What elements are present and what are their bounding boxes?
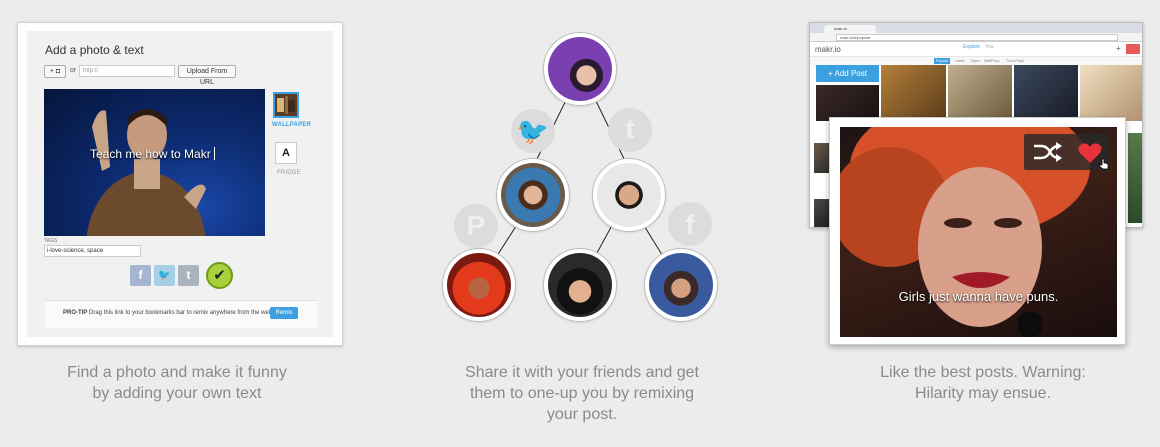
subtab-staffpicks[interactable]: StaffPicks [984,59,1000,63]
add-post-button[interactable]: + Add Post [816,65,879,82]
post-actions [1024,134,1109,170]
like-caption: Like the best posts. Warning: Hilarity m… [829,362,1137,404]
tumblr-icon: t [608,108,652,152]
wallpaper-label: WALLPAPER [272,122,312,128]
post-thumb[interactable] [948,65,1012,121]
subtab-trivia[interactable]: Trivia Posts [1006,59,1024,63]
hand-cursor-icon [1099,158,1109,170]
subtab-latest[interactable]: Latest [955,59,965,63]
avatar-grandchild-left [443,249,515,321]
browser-tabbar: makr.io [810,23,1142,33]
tags-input[interactable]: i-love-science, space [44,245,141,257]
pinterest-icon: P [454,204,498,248]
user-avatar[interactable] [1126,44,1140,54]
post-thumb[interactable] [881,65,946,121]
avatar-child-left [497,159,569,231]
share-caption-line: Share it with your friends and get [465,364,699,381]
featured-post-caption: Girls just wanna have puns. [898,289,1059,304]
avatar-grandchild-middle [544,249,616,321]
post-thumb[interactable] [1128,133,1142,223]
nav-explore[interactable]: Explore [963,44,980,50]
share-caption: Share it with your friends and get them … [420,362,744,425]
share-caption-line: your post. [546,406,618,423]
upload-photo-button[interactable]: + ◘ [44,65,66,78]
address-bar[interactable]: makr.io/#/popular [836,34,1118,41]
photo-caption-text[interactable]: Teach me how to Makr [90,147,215,161]
post-thumb[interactable] [1014,65,1078,121]
remix-button[interactable]: Remix [270,307,298,319]
upload-from-url-button[interactable]: Upload From URL [178,65,236,86]
like-caption-line: Hilarity may ensue. [914,385,1052,402]
editor-screenshot: Add a photo & text + ◘ or http:// Upload… [17,22,343,346]
facebook-icon[interactable]: f [130,265,151,286]
avatar-root [544,33,616,105]
avatar-child-right [593,159,665,231]
photo-canvas[interactable]: Teach me how to Makr [44,89,265,236]
checkmark-icon[interactable]: ✔ [206,262,233,289]
featured-post: Girls just wanna have puns. [829,117,1126,345]
tumblr-icon[interactable]: t [178,265,199,286]
editor-caption: Find a photo and make it funny by adding… [17,362,337,404]
wallpaper-style-thumb[interactable] [273,92,299,118]
photo-person [86,109,206,236]
editor-caption-line: by adding your own text [92,385,262,402]
editor-panel: Add a photo & text + ◘ or http:// Upload… [27,31,333,337]
editor-caption-line: Find a photo and make it funny [67,364,287,381]
or-label: or [70,67,77,74]
site-logo[interactable]: makr.io [815,45,841,54]
fridge-style-thumb[interactable]: A [275,142,297,164]
fridge-label: FRIDGE [277,170,301,176]
like-caption-line: Like the best posts. Warning: [880,364,1086,381]
post-thumb[interactable] [1080,65,1142,121]
plus-icon[interactable]: + [1116,45,1124,53]
tags-label: TAGS [44,238,58,244]
share-caption-line: them to one-up you by remixing [469,385,695,402]
browser-tab[interactable]: makr.io [824,25,876,33]
browser-toolbar: makr.io/#/popular [810,33,1142,42]
editor-title: Add a photo & text [45,43,144,57]
twitter-icon[interactable]: 🐦 [154,265,175,286]
featured-post-image[interactable]: Girls just wanna have puns. [840,127,1117,337]
subtab-popular[interactable]: Popular [934,58,951,64]
avatar-grandchild-right [645,249,717,321]
shuffle-icon[interactable] [1033,142,1063,162]
subtab-topics[interactable]: Topics [970,59,980,63]
post-thumb[interactable] [816,85,879,121]
nav-you[interactable]: You [985,44,993,50]
url-input[interactable]: http:// [79,65,175,77]
site-header: makr.io Explore You + [810,42,1142,57]
facebook-icon: f [668,202,712,246]
twitter-icon: 🐦 [511,109,555,153]
